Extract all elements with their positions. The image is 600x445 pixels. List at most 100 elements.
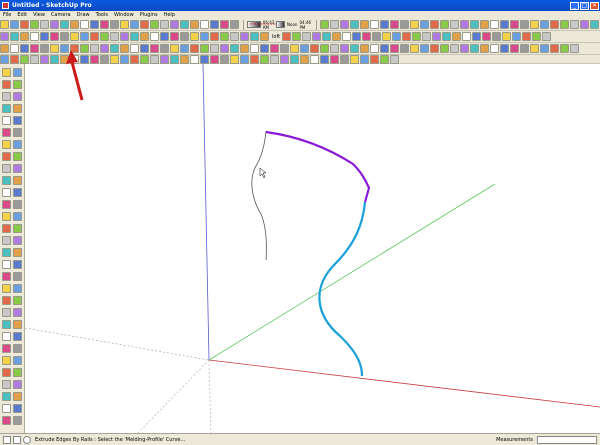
toolbar-tool-icon[interactable] bbox=[240, 32, 249, 41]
toolbar-tool-icon[interactable] bbox=[0, 54, 9, 64]
toolbar-tool-icon[interactable] bbox=[530, 20, 539, 29]
toolbar-tool-icon[interactable] bbox=[310, 54, 319, 64]
toolbar-tool-icon[interactable] bbox=[532, 32, 542, 41]
toolbar-tool-icon[interactable] bbox=[60, 54, 69, 64]
toolbar-tool-icon[interactable] bbox=[290, 44, 299, 53]
modeling-viewport[interactable] bbox=[25, 64, 600, 433]
left-tool-icon[interactable] bbox=[2, 140, 11, 149]
toolbar-tool-icon[interactable] bbox=[560, 44, 569, 53]
toolbar-tool-icon[interactable] bbox=[400, 44, 409, 53]
toolbar-tool-icon[interactable] bbox=[430, 20, 439, 29]
left-tool-icon[interactable] bbox=[2, 296, 11, 305]
toolbar-tool-icon[interactable] bbox=[10, 32, 19, 41]
toolbar-tool-icon[interactable] bbox=[150, 20, 159, 29]
toolbar-tool-icon[interactable] bbox=[512, 32, 522, 41]
toolbar-tool-icon[interactable] bbox=[330, 54, 339, 64]
toolbar-tool-icon[interactable] bbox=[150, 44, 159, 53]
toolbar-tool-icon[interactable] bbox=[180, 44, 189, 53]
left-tool-icon[interactable] bbox=[2, 236, 11, 245]
toolbar-tool-icon[interactable] bbox=[80, 32, 89, 41]
toolbar-tool-icon[interactable] bbox=[90, 44, 99, 53]
toolbar-tool-icon[interactable] bbox=[20, 54, 29, 64]
toolbar-tool-icon[interactable] bbox=[320, 44, 329, 53]
maximize-button[interactable]: □ bbox=[580, 1, 589, 10]
toolbar-tool-icon[interactable] bbox=[340, 20, 349, 29]
toolbar-tool-icon[interactable] bbox=[180, 32, 189, 41]
left-tool-icon[interactable] bbox=[13, 272, 22, 281]
toolbar-tool-icon[interactable] bbox=[0, 44, 9, 53]
left-tool-icon[interactable] bbox=[13, 80, 22, 89]
toolbar-tool-icon[interactable] bbox=[130, 20, 139, 29]
left-tool-icon[interactable] bbox=[13, 224, 22, 233]
close-button[interactable]: × bbox=[590, 1, 599, 10]
toolbar-tool-icon[interactable] bbox=[80, 44, 89, 53]
toolbar-tool-icon[interactable] bbox=[560, 20, 569, 29]
left-tool-icon[interactable] bbox=[13, 104, 22, 113]
toolbar-tool-icon[interactable] bbox=[20, 20, 29, 29]
toolbar-tool-icon[interactable] bbox=[502, 32, 512, 41]
toolbar-tool-icon[interactable] bbox=[150, 32, 159, 41]
toolbar-tool-icon[interactable] bbox=[90, 54, 99, 64]
scene-canvas[interactable] bbox=[25, 64, 600, 433]
toolbar-tool-icon[interactable] bbox=[260, 44, 269, 53]
left-tool-icon[interactable] bbox=[2, 212, 11, 221]
toolbar-tool-icon[interactable] bbox=[210, 20, 219, 29]
left-tool-icon[interactable] bbox=[13, 344, 22, 353]
left-tool-icon[interactable] bbox=[2, 332, 11, 341]
toolbar-tool-icon[interactable] bbox=[60, 44, 69, 53]
toolbar-tool-icon[interactable] bbox=[440, 20, 449, 29]
toolbar-tool-icon[interactable] bbox=[460, 20, 469, 29]
left-tool-icon[interactable] bbox=[2, 116, 11, 125]
toolbar-tool-icon[interactable] bbox=[350, 20, 359, 29]
toolbar-tool-icon[interactable] bbox=[240, 44, 249, 53]
toolbar-tool-icon[interactable] bbox=[120, 44, 129, 53]
toolbar-tool-icon[interactable] bbox=[590, 20, 599, 29]
toolbar-tool-icon[interactable] bbox=[230, 20, 239, 29]
toolbar-tool-icon[interactable] bbox=[370, 44, 379, 53]
toolbar-tool-icon[interactable] bbox=[500, 20, 509, 29]
toolbar-tool-icon[interactable] bbox=[110, 32, 119, 41]
toolbar-tool-icon[interactable] bbox=[100, 32, 109, 41]
toolbar-tool-icon[interactable] bbox=[190, 20, 199, 29]
menu-help[interactable]: Help bbox=[161, 12, 178, 18]
toolbar-tool-icon[interactable] bbox=[422, 32, 432, 41]
melding-profile-curve[interactable] bbox=[251, 130, 267, 261]
toolbar-tool-icon[interactable] bbox=[130, 54, 139, 64]
toolbar-tool-icon[interactable] bbox=[200, 44, 209, 53]
toolbar-tool-icon[interactable] bbox=[480, 44, 489, 53]
toolbar-tool-icon[interactable] bbox=[292, 32, 302, 41]
toolbar-tool-icon[interactable] bbox=[450, 20, 459, 29]
toolbar-tool-icon[interactable] bbox=[400, 20, 409, 29]
toolbar-tool-icon[interactable] bbox=[100, 54, 109, 64]
left-tool-icon[interactable] bbox=[2, 344, 11, 353]
left-tool-icon[interactable] bbox=[13, 140, 22, 149]
left-tool-icon[interactable] bbox=[13, 404, 22, 413]
left-tool-icon[interactable] bbox=[13, 392, 22, 401]
toolbar-tool-icon[interactable] bbox=[70, 32, 79, 41]
toolbar-tool-icon[interactable] bbox=[460, 44, 469, 53]
toolbar-tool-icon[interactable] bbox=[20, 32, 29, 41]
toolbar-tool-icon[interactable] bbox=[360, 54, 369, 64]
toolbar-tool-icon[interactable] bbox=[0, 32, 9, 41]
toolbar-tool-icon[interactable] bbox=[230, 32, 239, 41]
toolbar-tool-icon[interactable] bbox=[490, 20, 499, 29]
menu-file[interactable]: File bbox=[0, 12, 14, 18]
toolbar-tool-icon[interactable] bbox=[130, 44, 139, 53]
toolbar-tool-icon[interactable] bbox=[160, 44, 169, 53]
toolbar-tool-icon[interactable] bbox=[150, 54, 159, 64]
left-tool-icon[interactable] bbox=[13, 380, 22, 389]
toolbar-tool-icon[interactable] bbox=[522, 32, 532, 41]
left-tool-icon[interactable] bbox=[2, 164, 11, 173]
toolbar-tool-icon[interactable] bbox=[432, 32, 442, 41]
left-tool-icon[interactable] bbox=[13, 416, 22, 425]
toolbar-tool-icon[interactable] bbox=[260, 54, 269, 64]
shadow-time-slider[interactable] bbox=[276, 21, 286, 28]
toolbar-tool-icon[interactable] bbox=[10, 54, 19, 64]
toolbar-tool-icon[interactable] bbox=[270, 44, 279, 53]
toolbar-tool-icon[interactable] bbox=[480, 20, 489, 29]
toolbar-tool-icon[interactable] bbox=[410, 20, 419, 29]
menu-camera[interactable]: Camera bbox=[48, 12, 74, 18]
toolbar-tool-icon[interactable] bbox=[320, 20, 329, 29]
toolbar-tool-icon[interactable] bbox=[40, 44, 49, 53]
toolbar-tool-icon[interactable] bbox=[90, 20, 99, 29]
